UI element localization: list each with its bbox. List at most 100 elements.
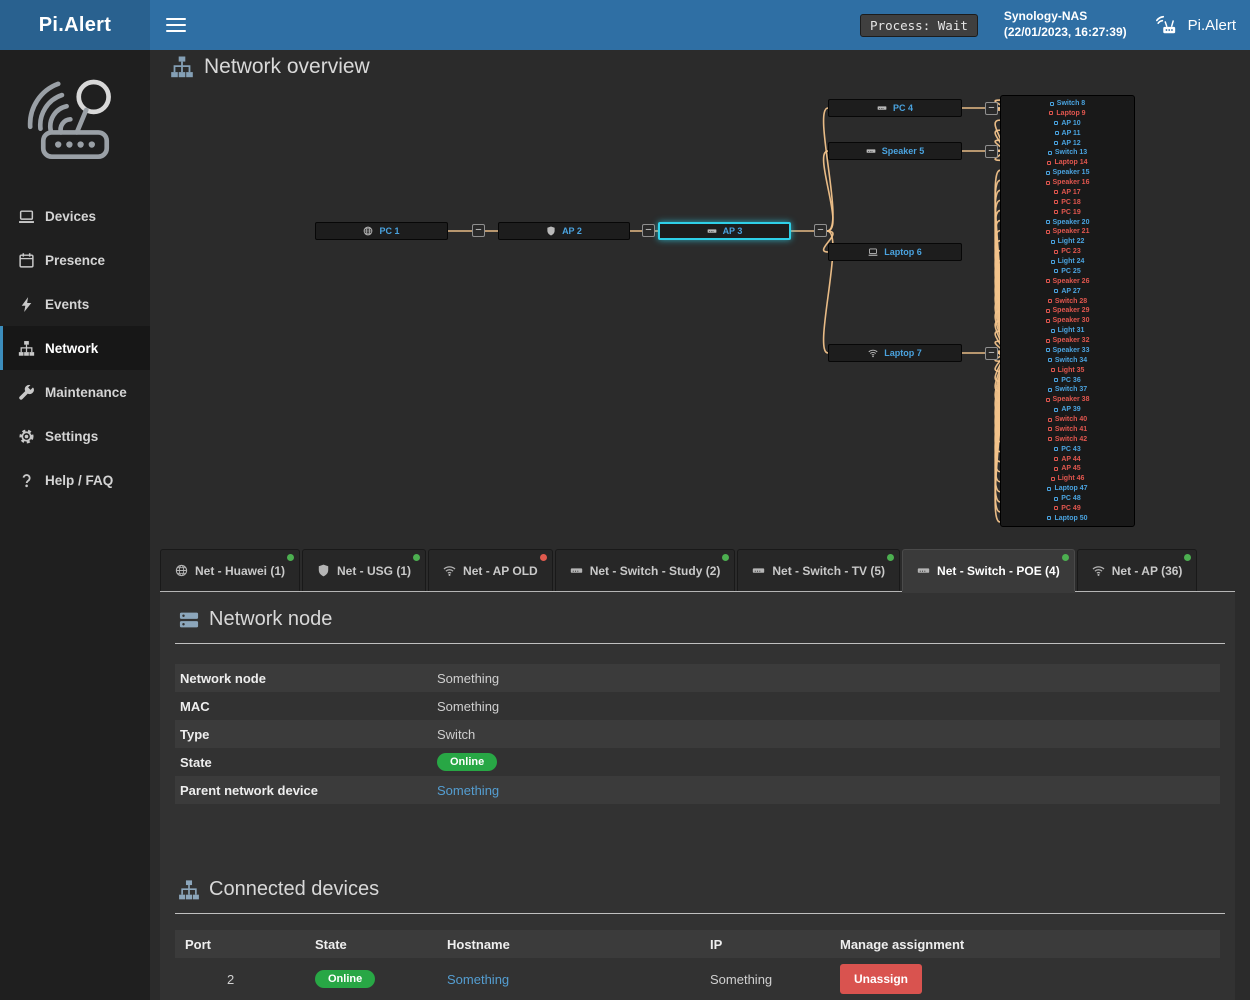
device-glyph-icon: [1054, 269, 1058, 273]
device-glyph-icon: [1054, 141, 1058, 145]
stack-device-light-35[interactable]: Light 35: [1001, 367, 1134, 374]
device-glyph-icon: [1046, 339, 1050, 343]
stack-device-pc-19[interactable]: PC 19: [1001, 209, 1134, 216]
stack-device-laptop-9[interactable]: Laptop 9: [1001, 110, 1134, 117]
stack-device-speaker-30[interactable]: Speaker 30: [1001, 317, 1134, 324]
info-value: Something: [437, 699, 499, 714]
stack-device-pc-18[interactable]: PC 18: [1001, 199, 1134, 206]
menu-toggle-icon[interactable]: [166, 14, 186, 36]
device-glyph-icon: [1050, 102, 1054, 106]
sidebar-item-label: Maintenance: [45, 385, 127, 400]
unassign-button[interactable]: Unassign: [840, 964, 922, 994]
stack-device-laptop-50[interactable]: Laptop 50: [1001, 515, 1134, 522]
stack-device-switch-40[interactable]: Switch 40: [1001, 416, 1134, 423]
stack-device-label: Laptop 9: [1056, 110, 1085, 117]
stack-device-switch-42[interactable]: Switch 42: [1001, 436, 1134, 443]
stack-device-ap-11[interactable]: AP 11: [1001, 130, 1134, 137]
hostname-link[interactable]: Something: [447, 972, 509, 987]
device-glyph-icon: [1046, 171, 1050, 175]
device-node-laptop-6[interactable]: Laptop 6: [828, 243, 962, 261]
stack-device-switch-13[interactable]: Switch 13: [1001, 149, 1134, 156]
stack-device-pc-23[interactable]: PC 23: [1001, 248, 1134, 255]
collapse-button[interactable]: −: [985, 145, 998, 158]
tab-net-switch-tv-5[interactable]: Net - Switch - TV (5): [737, 549, 900, 591]
parent-device-link[interactable]: Something: [437, 783, 499, 798]
stack-device-speaker-20[interactable]: Speaker 20: [1001, 219, 1134, 226]
tab-net-switch-study-2[interactable]: Net - Switch - Study (2): [555, 549, 736, 591]
sidebar-item-help-faq[interactable]: Help / FAQ: [0, 458, 150, 502]
stack-device-switch-41[interactable]: Switch 41: [1001, 426, 1134, 433]
sidebar-nav: DevicesPresenceEventsNetwork Maintenance S…: [0, 194, 150, 502]
stack-device-label: Switch 42: [1055, 436, 1087, 443]
stack-device-pc-43[interactable]: PC 43: [1001, 446, 1134, 453]
stack-device-switch-8[interactable]: Switch 8: [1001, 100, 1134, 107]
collapse-button[interactable]: −: [985, 347, 998, 360]
device-node-pc-1[interactable]: PC 1: [315, 222, 448, 240]
tab-net-switch-poe-4[interactable]: Net - Switch - POE (4): [902, 549, 1075, 591]
stack-device-light-31[interactable]: Light 31: [1001, 327, 1134, 334]
laptop-icon: [18, 208, 35, 225]
info-row: MACSomething: [175, 692, 1220, 720]
sidebar-item-settings[interactable]: Settings: [0, 414, 150, 458]
collapse-button[interactable]: −: [642, 224, 655, 237]
stack-device-pc-36[interactable]: PC 36: [1001, 377, 1134, 384]
stack-device-pc-48[interactable]: PC 48: [1001, 495, 1134, 502]
sidebar-item-maintenance[interactable]: Maintenance: [0, 370, 150, 414]
stack-device-pc-49[interactable]: PC 49: [1001, 505, 1134, 512]
stack-device-speaker-33[interactable]: Speaker 33: [1001, 347, 1134, 354]
tab-net-usg-1[interactable]: Net - USG (1): [302, 549, 426, 591]
tab-status-dot: [287, 554, 294, 561]
stack-device-speaker-15[interactable]: Speaker 15: [1001, 169, 1134, 176]
sidebar-item-devices[interactable]: Devices: [0, 194, 150, 238]
sidebar-item-presence[interactable]: Presence: [0, 238, 150, 282]
stack-device-pc-25[interactable]: PC 25: [1001, 268, 1134, 275]
device-glyph-icon: [1048, 418, 1052, 422]
stack-device-switch-37[interactable]: Switch 37: [1001, 386, 1134, 393]
stack-device-label: AP 44: [1061, 456, 1080, 463]
tab-label: Net - AP OLD: [463, 564, 538, 578]
stack-device-ap-10[interactable]: AP 10: [1001, 120, 1134, 127]
collapse-button[interactable]: −: [814, 224, 827, 237]
device-glyph-icon: [1054, 289, 1058, 293]
stack-device-ap-45[interactable]: AP 45: [1001, 465, 1134, 472]
stack-device-speaker-29[interactable]: Speaker 29: [1001, 307, 1134, 314]
stack-device-ap-39[interactable]: AP 39: [1001, 406, 1134, 413]
tab-bar: Net - Huawei (1)Net - USG (1) Net - AP OL…: [160, 549, 1235, 592]
tab-net-ap-36[interactable]: Net - AP (36): [1077, 549, 1198, 591]
stack-device-light-46[interactable]: Light 46: [1001, 475, 1134, 482]
stack-device-speaker-32[interactable]: Speaker 32: [1001, 337, 1134, 344]
stack-device-laptop-14[interactable]: Laptop 14: [1001, 159, 1134, 166]
device-node-ap-3[interactable]: AP 3: [658, 222, 791, 240]
stack-device-speaker-38[interactable]: Speaker 38: [1001, 396, 1134, 403]
sidebar-item-network[interactable]: Network: [0, 326, 150, 370]
stack-device-light-22[interactable]: Light 22: [1001, 238, 1134, 245]
tab-net-ap-old[interactable]: Net - AP OLD: [428, 549, 553, 591]
device-glyph-icon: [1047, 161, 1051, 165]
ip-cell: Something: [710, 972, 840, 987]
stack-device-switch-34[interactable]: Switch 34: [1001, 357, 1134, 364]
stack-device-label: Speaker 38: [1053, 396, 1090, 403]
radar-icon: [1153, 14, 1179, 36]
stack-device-ap-17[interactable]: AP 17: [1001, 189, 1134, 196]
tab-net-huawei-1[interactable]: Net - Huawei (1): [160, 549, 300, 591]
stack-device-speaker-26[interactable]: Speaker 26: [1001, 278, 1134, 285]
sidebar-item-events[interactable]: Events: [0, 282, 150, 326]
device-node-laptop-7[interactable]: Laptop 7: [828, 344, 962, 362]
stack-device-speaker-21[interactable]: Speaker 21: [1001, 228, 1134, 235]
stack-device-speaker-16[interactable]: Speaker 16: [1001, 179, 1134, 186]
device-node-pc-4[interactable]: PC 4: [828, 99, 962, 117]
stack-device-ap-12[interactable]: AP 12: [1001, 140, 1134, 147]
stack-device-laptop-47[interactable]: Laptop 47: [1001, 485, 1134, 492]
device-node-speaker-5[interactable]: Speaker 5: [828, 142, 962, 160]
collapse-button[interactable]: −: [985, 102, 998, 115]
device-glyph-icon: [1049, 111, 1053, 115]
stack-device-label: Light 31: [1058, 327, 1085, 334]
stack-device-ap-27[interactable]: AP 27: [1001, 288, 1134, 295]
port-cell: 2: [185, 972, 315, 987]
stack-device-ap-44[interactable]: AP 44: [1001, 456, 1134, 463]
stack-device-light-24[interactable]: Light 24: [1001, 258, 1134, 265]
device-node-ap-2[interactable]: AP 2: [498, 222, 630, 240]
collapse-button[interactable]: −: [472, 224, 485, 237]
info-label: MAC: [175, 699, 437, 714]
stack-device-switch-28[interactable]: Switch 28: [1001, 298, 1134, 305]
